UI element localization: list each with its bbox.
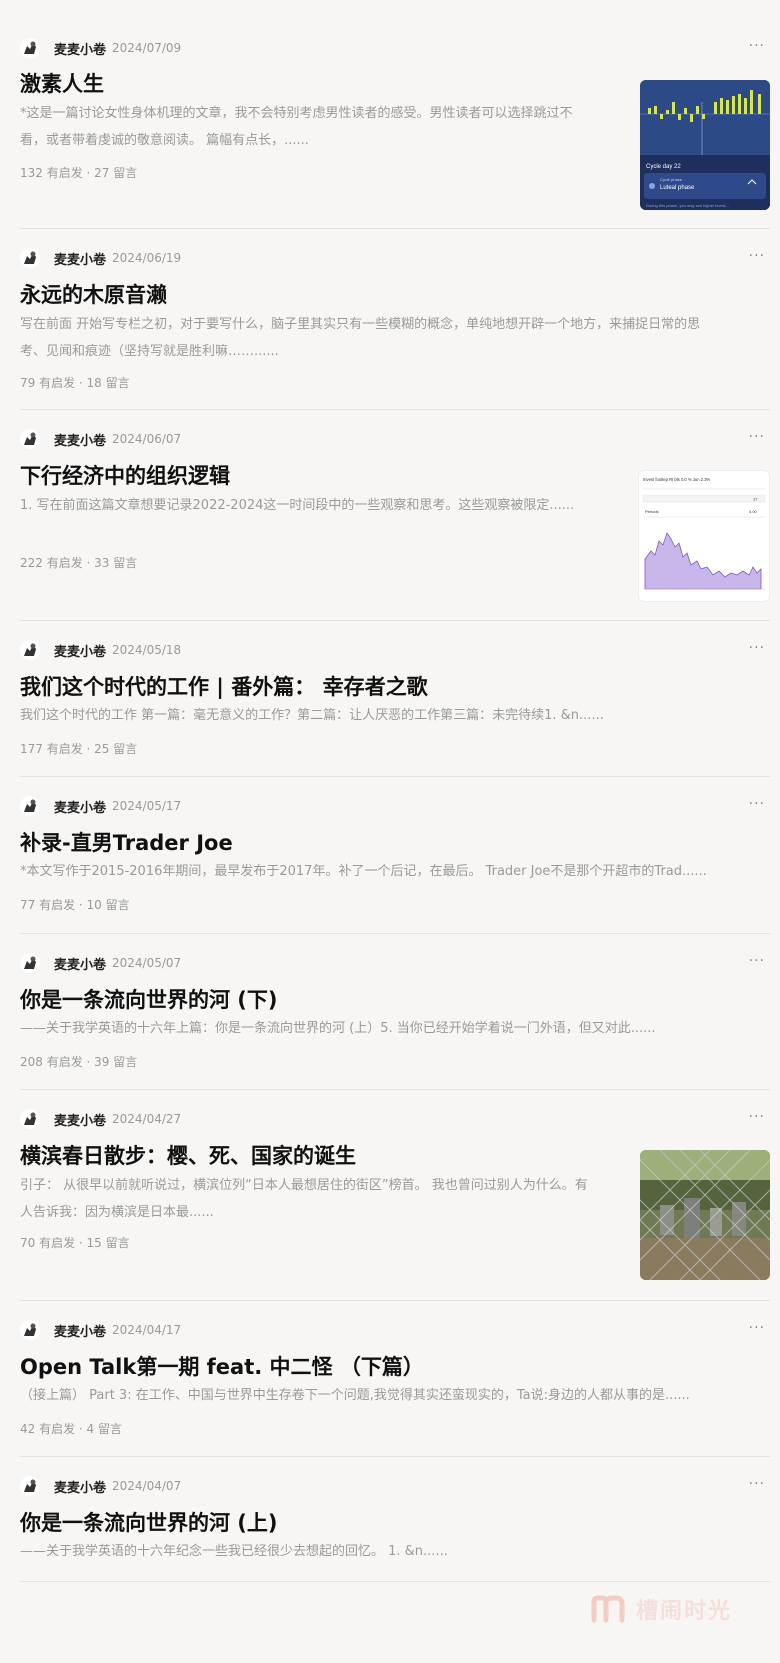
- author-name[interactable]: 麦麦小卷: [54, 1477, 106, 1496]
- post-meta: 麦麦小卷 2024/04/27: [20, 1109, 181, 1129]
- post-card[interactable]: 麦麦小卷 2024/05/07 ··· 你是一条流向世界的河 (下) ——关于我…: [20, 934, 770, 1090]
- post-excerpt[interactable]: 1. 写在前面这篇文章想要记录2022-2024这一时间段中的一些观察和思考。这…: [20, 492, 588, 519]
- post-card[interactable]: 麦麦小卷 2024/06/19 ··· 永远的木原音濑 写在前面 开始写专栏之初…: [20, 229, 770, 410]
- post-stats: 79 有启发 · 18 留言: [20, 376, 130, 390]
- avatar[interactable]: [20, 248, 40, 268]
- post-date: 2024/05/17: [112, 799, 182, 813]
- post-card[interactable]: 麦麦小卷 2024/05/17 ··· 补录-直男Trader Joe *本文写…: [20, 777, 770, 934]
- post-card[interactable]: 麦麦小卷 2024/04/07 ··· 你是一条流向世界的河 (上) ——关于我…: [20, 1457, 770, 1582]
- chart-thumb-title: Invest fooltep RI bls 0.0 % Jun 2.3%: [643, 477, 711, 482]
- post-stats: 208 有启发 · 39 留言: [20, 1055, 138, 1069]
- post-date: 2024/04/17: [112, 1323, 182, 1337]
- post-meta: 麦麦小卷 2024/05/17: [20, 796, 181, 816]
- post-meta: 麦麦小卷 2024/07/09: [20, 38, 181, 58]
- post-date: 2024/06/19: [112, 251, 182, 265]
- author-name[interactable]: 麦麦小卷: [54, 954, 106, 973]
- cycle-phase-value: Luteal phase: [660, 185, 695, 191]
- post-excerpt[interactable]: *这是一篇讨论女性身体机理的文章，我不会特别考虑男性读者的感受。男性读者可以选择…: [20, 100, 588, 154]
- post-title[interactable]: Open Talk第一期 feat. 中二怪 （下篇）: [20, 1351, 424, 1381]
- post-excerpt[interactable]: 引子： 从很早以前就听说过，横滨位列“日本人最想居住的街区”榜首。 我也曾问过别…: [20, 1172, 588, 1226]
- post-meta: 麦麦小卷 2024/05/18: [20, 640, 181, 660]
- post-stats: 42 有启发 · 4 留言: [20, 1422, 122, 1436]
- post-thumbnail[interactable]: Cycle day 22 Cycle phase Luteal phase Du…: [640, 80, 770, 210]
- more-options-button[interactable]: ···: [749, 38, 765, 54]
- more-options-button[interactable]: ···: [749, 1320, 765, 1336]
- post-title[interactable]: 横滨春日散步：樱、死、国家的诞生: [20, 1140, 356, 1170]
- more-options-button[interactable]: ···: [749, 640, 765, 656]
- post-meta: 麦麦小卷 2024/04/07: [20, 1476, 181, 1496]
- more-options-button[interactable]: ···: [749, 796, 765, 812]
- chart-thumb-field: Periods: [645, 509, 659, 514]
- post-excerpt[interactable]: 我们这个时代的工作 第一篇：毫无意义的工作？第二篇：让人厌恶的工作第三篇：未完待…: [20, 702, 720, 729]
- author-name[interactable]: 麦麦小卷: [54, 1110, 106, 1129]
- post-excerpt[interactable]: *本文写作于2015-2016年期间，最早发布于2017年。补了一个后记，在最后…: [20, 858, 720, 885]
- post-excerpt[interactable]: ——关于我学英语的十六年纪念一些我已经很少去想起的回忆。 1. &n......: [20, 1538, 720, 1565]
- more-options-button[interactable]: ···: [749, 429, 765, 445]
- author-name[interactable]: 麦麦小卷: [54, 249, 106, 268]
- avatar[interactable]: [20, 1320, 40, 1340]
- post-stats: 177 有启发 · 25 留言: [20, 742, 138, 756]
- avatar[interactable]: [20, 640, 40, 660]
- post-date: 2024/05/07: [112, 956, 182, 970]
- author-name[interactable]: 麦麦小卷: [54, 641, 106, 660]
- avatar[interactable]: [20, 38, 40, 58]
- post-thumbnail[interactable]: [640, 1150, 770, 1280]
- post-date: 2024/07/09: [112, 41, 182, 55]
- stock-chart-thumbnail-graphic: Invest fooltep RI bls 0.0 % Jun 2.3% 17 …: [642, 477, 766, 590]
- post-card[interactable]: 麦麦小卷 2024/05/18 ··· 我们这个时代的工作 | 番外篇： 幸存者…: [20, 621, 770, 777]
- avatar[interactable]: [20, 1476, 40, 1496]
- post-meta: 麦麦小卷 2024/05/07: [20, 953, 181, 973]
- post-date: 2024/04/07: [112, 1479, 182, 1493]
- post-meta: 麦麦小卷 2024/06/19: [20, 248, 181, 268]
- post-excerpt[interactable]: （接上篇） Part 3: 在工作、中国与世界中生存卷下一个问题,我觉得其实还蛮…: [20, 1382, 740, 1409]
- cycle-phase-caption: Cycle phase: [660, 177, 683, 182]
- author-name[interactable]: 麦麦小卷: [54, 797, 106, 816]
- post-date: 2024/04/27: [112, 1112, 182, 1126]
- chart-thumb-value: 17: [753, 497, 758, 502]
- post-card[interactable]: 麦麦小卷 2024/06/07 ··· 下行经济中的组织逻辑 1. 写在前面这篇…: [20, 410, 770, 621]
- more-options-button[interactable]: ···: [749, 1109, 765, 1125]
- chart-thumb-value2: 4.00: [749, 509, 758, 514]
- post-feed: 麦麦小卷 2024/07/09 ··· 激素人生 *这是一篇讨论女性身体机理的文…: [20, 0, 770, 1582]
- post-date: 2024/05/18: [112, 643, 182, 657]
- watermark-text: 槽闹时光: [636, 1599, 733, 1624]
- post-stats: 70 有启发 · 15 留言: [20, 1236, 130, 1250]
- more-options-button[interactable]: ···: [749, 953, 765, 969]
- post-card[interactable]: 麦麦小卷 2024/07/09 ··· 激素人生 *这是一篇讨论女性身体机理的文…: [20, 0, 770, 229]
- watermark-logo-icon: [591, 1595, 625, 1623]
- author-name[interactable]: 麦麦小卷: [54, 39, 106, 58]
- author-name[interactable]: 麦麦小卷: [54, 1321, 106, 1340]
- post-card[interactable]: 麦麦小卷 2024/04/27 ··· 横滨春日散步：樱、死、国家的诞生 引子：…: [20, 1090, 770, 1301]
- more-options-button[interactable]: ···: [749, 1476, 765, 1492]
- post-title[interactable]: 你是一条流向世界的河 (上): [20, 1507, 278, 1537]
- post-meta: 麦麦小卷 2024/06/07: [20, 429, 181, 449]
- post-title[interactable]: 永远的木原音濑: [20, 279, 167, 309]
- post-date: 2024/06/07: [112, 432, 182, 446]
- post-title[interactable]: 激素人生: [20, 68, 104, 98]
- post-title[interactable]: 补录-直男Trader Joe: [20, 827, 233, 857]
- author-name[interactable]: 麦麦小卷: [54, 430, 106, 449]
- post-excerpt[interactable]: 写在前面 开始写专栏之初，对于要写什么，脑子里其实只有一些模糊的概念，单纯地想开…: [20, 311, 720, 365]
- post-thumbnail[interactable]: Invest fooltep RI bls 0.0 % Jun 2.3% 17 …: [638, 470, 770, 602]
- post-stats: 77 有启发 · 10 留言: [20, 898, 130, 912]
- post-stats: 132 有启发 · 27 留言: [20, 166, 138, 180]
- avatar[interactable]: [20, 1109, 40, 1129]
- more-options-button[interactable]: ···: [749, 248, 765, 264]
- post-excerpt[interactable]: ——关于我学英语的十六年上篇：你是一条流向世界的河 (上）5. 当你已经开始学着…: [20, 1015, 720, 1042]
- cycle-footer-text: During this phase, you may see higher le…: [646, 203, 729, 208]
- avatar[interactable]: [20, 953, 40, 973]
- cycle-day-label: Cycle day 22: [646, 164, 681, 170]
- post-title[interactable]: 你是一条流向世界的河 (下): [20, 984, 278, 1014]
- yokohama-photo-graphic: [640, 1150, 770, 1280]
- post-meta: 麦麦小卷 2024/04/17: [20, 1320, 181, 1340]
- avatar[interactable]: [20, 796, 40, 816]
- post-card[interactable]: 麦麦小卷 2024/04/17 ··· Open Talk第一期 feat. 中…: [20, 1301, 770, 1457]
- post-stats: 222 有启发 · 33 留言: [20, 556, 138, 570]
- site-watermark: 槽闹时光: [590, 1593, 732, 1625]
- post-title[interactable]: 下行经济中的组织逻辑: [20, 460, 230, 490]
- post-title[interactable]: 我们这个时代的工作 | 番外篇： 幸存者之歌: [20, 671, 428, 701]
- cycle-app-thumbnail-graphic: Cycle day 22 Cycle phase Luteal phase Du…: [640, 80, 770, 210]
- avatar[interactable]: [20, 429, 40, 449]
